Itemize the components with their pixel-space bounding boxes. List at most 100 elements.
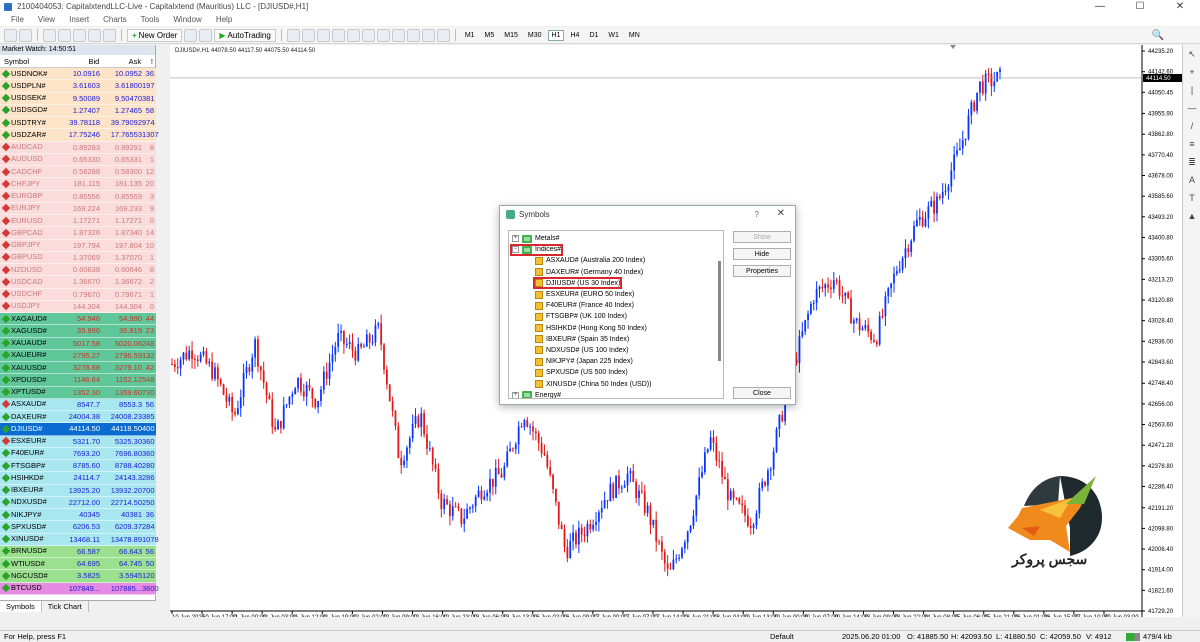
candle-body[interactable]	[956, 150, 958, 155]
candle-body[interactable]	[675, 558, 678, 560]
candle-body[interactable]	[294, 388, 297, 395]
candle-body[interactable]	[721, 460, 723, 477]
menu-window[interactable]: Window	[166, 15, 208, 24]
candle-body[interactable]	[394, 411, 397, 427]
market-watch-row[interactable]: NDXUSD# 22712.00 22714.50 250	[0, 496, 156, 509]
candle-body[interactable]	[583, 534, 586, 537]
collapse-icon[interactable]: −	[512, 246, 519, 254]
candle-body[interactable]	[245, 367, 248, 374]
candle-body[interactable]	[855, 318, 858, 321]
header-bid[interactable]: Bid	[60, 55, 100, 67]
market-watch-row[interactable]: USDZAR# 17.75246 17.76553 1307	[0, 129, 159, 142]
candle-body[interactable]	[979, 81, 981, 93]
market-watch-row[interactable]: GBPCAD 1.87326 1.87340 14	[0, 227, 156, 240]
candle-body[interactable]	[666, 563, 669, 569]
market-watch-row[interactable]: USDPLN# 3.61603 3.61800 197	[0, 80, 156, 93]
candle-body[interactable]	[308, 384, 311, 389]
new-chart-icon[interactable]	[4, 28, 17, 42]
candle-body[interactable]	[689, 525, 692, 532]
expand-icon[interactable]: +	[512, 235, 519, 243]
candle-body[interactable]	[701, 472, 703, 478]
candle-body[interactable]	[850, 298, 852, 324]
candle-body[interactable]	[543, 453, 546, 455]
candle-body[interactable]	[274, 426, 277, 430]
candle-body[interactable]	[981, 81, 984, 94]
market-watch-row[interactable]: WTIUSD# 64.695 64.745 50	[0, 558, 156, 571]
candle-body[interactable]	[698, 477, 701, 496]
crosshair-icon[interactable]: +	[1185, 67, 1199, 81]
candle-body[interactable]	[681, 548, 683, 558]
candle-body[interactable]	[812, 302, 815, 304]
candle-body[interactable]	[646, 505, 649, 513]
candle-body[interactable]	[474, 496, 477, 507]
candle-body[interactable]	[881, 315, 884, 317]
candle-body[interactable]	[749, 525, 752, 528]
candle-body[interactable]	[460, 508, 463, 524]
candle-body[interactable]	[990, 73, 993, 87]
candle-body[interactable]	[277, 420, 279, 430]
candle-body[interactable]	[804, 320, 807, 332]
candle-body[interactable]	[262, 370, 265, 383]
market-watch-row[interactable]: DJIUSD# 44114.50 44118.50 400	[0, 423, 156, 436]
candle-body[interactable]	[887, 288, 890, 297]
candle-body[interactable]	[188, 350, 191, 360]
candle-body[interactable]	[360, 343, 362, 347]
candle-body[interactable]	[767, 470, 769, 486]
candle-body[interactable]	[658, 541, 660, 543]
candle-body[interactable]	[520, 426, 523, 428]
market-watch-row[interactable]: XPTUSD# 1352.30 1359.60 730	[0, 386, 156, 399]
candle-body[interactable]	[595, 521, 597, 525]
candle-body[interactable]	[924, 218, 927, 227]
market-watch-row[interactable]: AUDUSD 0.65330 0.65331 1	[0, 153, 156, 166]
new-order-button[interactable]: + New Order	[127, 28, 183, 42]
candle-body[interactable]	[322, 371, 325, 390]
menu-tools[interactable]: Tools	[134, 15, 167, 24]
candle-body[interactable]	[185, 352, 188, 360]
metaeditor-icon[interactable]	[184, 28, 198, 42]
candle-body[interactable]	[202, 351, 205, 355]
candle-body[interactable]	[830, 287, 832, 289]
candle-body[interactable]	[964, 138, 967, 141]
candle-body[interactable]	[623, 485, 626, 488]
candle-body[interactable]	[870, 331, 872, 340]
candle-body[interactable]	[569, 541, 572, 558]
candle-body[interactable]	[832, 280, 835, 289]
candle-body[interactable]	[466, 508, 469, 519]
candle-body[interactable]	[365, 334, 368, 347]
candle-body[interactable]	[469, 507, 471, 509]
candle-body[interactable]	[259, 366, 262, 371]
candle-body[interactable]	[973, 102, 976, 111]
candle-body[interactable]	[285, 404, 288, 406]
candle-body[interactable]	[477, 490, 480, 497]
candle-body[interactable]	[918, 216, 921, 220]
candle-body[interactable]	[878, 315, 881, 345]
candle-body[interactable]	[755, 513, 758, 525]
market-watch-row[interactable]: EURUSD 1.17271 1.17271 0	[0, 215, 156, 228]
candle-body[interactable]	[950, 170, 953, 187]
timeframe-m15[interactable]: M15	[500, 30, 522, 41]
candle-body[interactable]	[216, 367, 219, 380]
candle-body[interactable]	[838, 280, 841, 296]
market-watch-row[interactable]: AUDCAD 0.89283 0.89291 8	[0, 141, 156, 154]
candle-body[interactable]	[618, 475, 620, 489]
candle-body[interactable]	[483, 496, 486, 500]
candle-body[interactable]	[354, 350, 357, 361]
candle-body[interactable]	[655, 519, 658, 542]
tree-symbol[interactable]: F40EUR# (France 40 Index)	[509, 300, 723, 311]
candle-body[interactable]	[219, 379, 222, 385]
candle-body[interactable]	[526, 420, 529, 427]
market-watch-row[interactable]: USDSGD# 1.27407 1.27465 58	[0, 104, 156, 117]
market-watch-row[interactable]: CHFJPY 181.115 181.135 20	[0, 178, 156, 191]
cursor-icon[interactable]: ↖	[1185, 49, 1199, 63]
candle-body[interactable]	[566, 546, 569, 558]
candle-body[interactable]	[632, 470, 635, 482]
candle-body[interactable]	[732, 490, 735, 499]
candle-body[interactable]	[279, 420, 282, 429]
auto-scroll-icon[interactable]	[376, 28, 390, 42]
candle-body[interactable]	[715, 442, 718, 461]
candle-body[interactable]	[958, 148, 961, 151]
market-watch-row[interactable]: BTCUSD 107849... 107885... 3600	[0, 582, 159, 595]
hide-button[interactable]: Hide	[733, 248, 791, 260]
candle-body[interactable]	[380, 323, 383, 345]
trendline-icon[interactable]: /	[1185, 121, 1199, 135]
